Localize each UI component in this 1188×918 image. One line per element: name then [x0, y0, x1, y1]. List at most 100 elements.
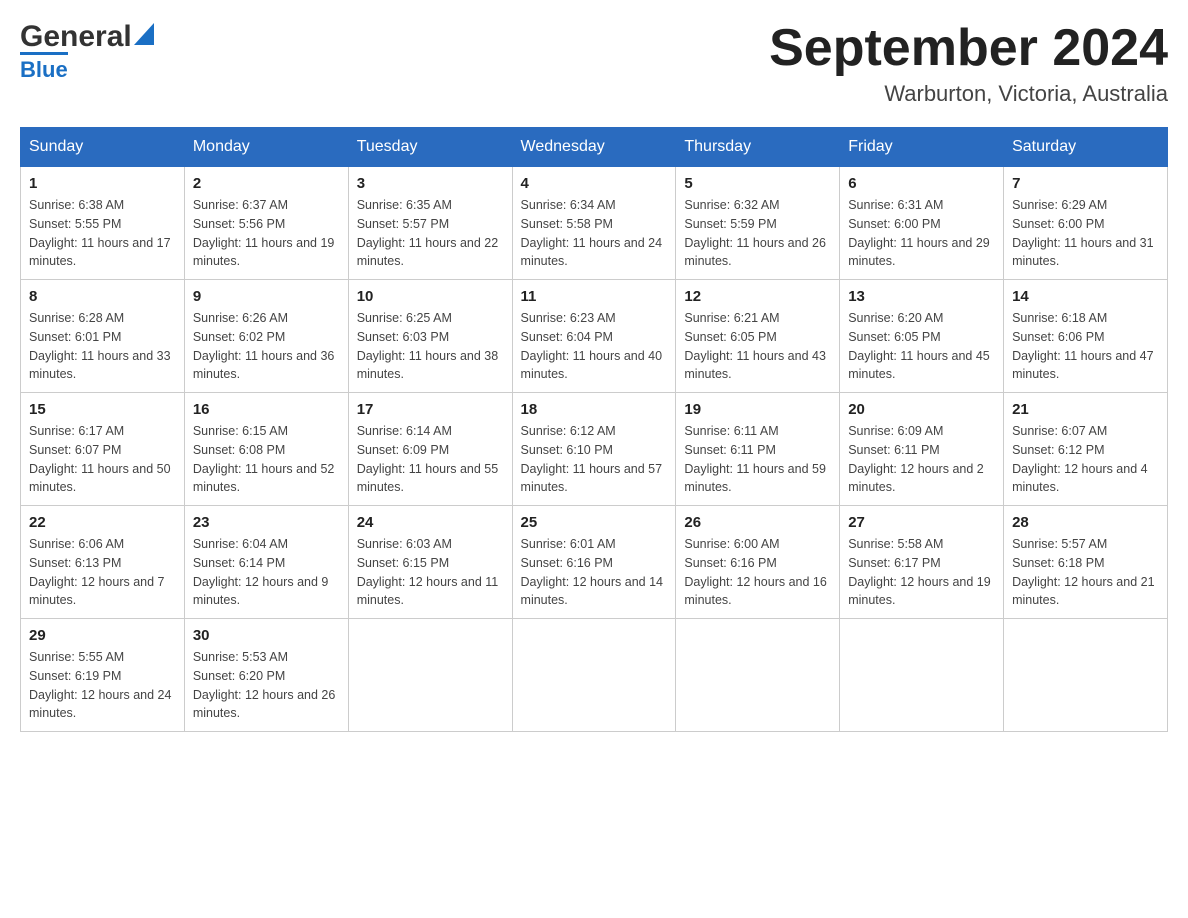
- calendar-cell: 2 Sunrise: 6:37 AMSunset: 5:56 PMDaylight…: [184, 167, 348, 280]
- day-number: 11: [521, 288, 668, 305]
- day-info: Sunrise: 5:55 AMSunset: 6:19 PMDaylight:…: [29, 648, 176, 723]
- calendar-cell: 9Sunrise: 6:26 AMSunset: 6:02 PMDaylight…: [184, 280, 348, 393]
- day-number: 2: [193, 175, 340, 192]
- calendar-cell: [676, 619, 840, 732]
- calendar-cell: 18 Sunrise: 6:12 AMSunset: 6:10 PMDayligh…: [512, 393, 676, 506]
- day-number: 14: [1012, 288, 1159, 305]
- day-info: Sunrise: 6:32 AMSunset: 5:59 PMDaylight:…: [684, 196, 831, 271]
- calendar-cell: [1004, 619, 1168, 732]
- day-info: Sunrise: 6:29 AMSunset: 6:00 PMDaylight:…: [1012, 196, 1159, 271]
- day-info: Sunrise: 6:07 AMSunset: 6:12 PMDaylight:…: [1012, 422, 1159, 497]
- calendar-cell: 8 Sunrise: 6:28 AMSunset: 6:01 PMDaylight…: [21, 280, 185, 393]
- calendar-cell: 30Sunrise: 5:53 AMSunset: 6:20 PMDayligh…: [184, 619, 348, 732]
- calendar-cell: 16 Sunrise: 6:15 AMSunset: 6:08 PMDayligh…: [184, 393, 348, 506]
- day-info: Sunrise: 6:35 AMSunset: 5:57 PMDaylight:…: [357, 196, 504, 271]
- calendar-cell: 20Sunrise: 6:09 AMSunset: 6:11 PMDayligh…: [840, 393, 1004, 506]
- day-info: Sunrise: 6:12 AMSunset: 6:10 PMDaylight:…: [521, 422, 668, 497]
- header-sunday: Sunday: [21, 128, 185, 167]
- day-info: Sunrise: 6:03 AMSunset: 6:15 PMDaylight:…: [357, 535, 504, 610]
- day-number: 13: [848, 288, 995, 305]
- week-row-2: 8 Sunrise: 6:28 AMSunset: 6:01 PMDaylight…: [21, 280, 1168, 393]
- day-number: 19: [684, 401, 831, 418]
- day-info: Sunrise: 6:37 AMSunset: 5:56 PMDaylight:…: [193, 196, 340, 271]
- day-number: 16: [193, 401, 340, 418]
- header-friday: Friday: [840, 128, 1004, 167]
- calendar-cell: [348, 619, 512, 732]
- location-subtitle: Warburton, Victoria, Australia: [769, 81, 1168, 107]
- calendar-cell: 27 Sunrise: 5:58 AMSunset: 6:17 PMDayligh…: [840, 506, 1004, 619]
- calendar-cell: 19 Sunrise: 6:11 AMSunset: 6:11 PMDayligh…: [676, 393, 840, 506]
- calendar-cell: [512, 619, 676, 732]
- logo: General Blue: [20, 20, 154, 83]
- day-info: Sunrise: 6:06 AMSunset: 6:13 PMDaylight:…: [29, 535, 176, 610]
- day-info: Sunrise: 6:04 AMSunset: 6:14 PMDaylight:…: [193, 535, 340, 610]
- calendar-cell: 15Sunrise: 6:17 AMSunset: 6:07 PMDayligh…: [21, 393, 185, 506]
- header-saturday: Saturday: [1004, 128, 1168, 167]
- title-section: September 2024 Warburton, Victoria, Aust…: [769, 20, 1168, 107]
- header-monday: Monday: [184, 128, 348, 167]
- day-info: Sunrise: 5:57 AMSunset: 6:18 PMDaylight:…: [1012, 535, 1159, 610]
- calendar-cell: 1 Sunrise: 6:38 AMSunset: 5:55 PMDaylight…: [21, 167, 185, 280]
- day-info: Sunrise: 5:58 AMSunset: 6:17 PMDaylight:…: [848, 535, 995, 610]
- calendar-table: Sunday Monday Tuesday Wednesday Thursday…: [20, 127, 1168, 732]
- page-header: General Blue September 2024 Warburton, V…: [20, 20, 1168, 107]
- day-number: 27: [848, 514, 995, 531]
- month-year-title: September 2024: [769, 20, 1168, 77]
- day-number: 23: [193, 514, 340, 531]
- header-tuesday: Tuesday: [348, 128, 512, 167]
- week-row-3: 15Sunrise: 6:17 AMSunset: 6:07 PMDayligh…: [21, 393, 1168, 506]
- day-number: 18: [521, 401, 668, 418]
- day-number: 21: [1012, 401, 1159, 418]
- calendar-cell: 10 Sunrise: 6:25 AMSunset: 6:03 PMDayligh…: [348, 280, 512, 393]
- calendar-cell: 3 Sunrise: 6:35 AMSunset: 5:57 PMDaylight…: [348, 167, 512, 280]
- day-number: 3: [357, 175, 504, 192]
- calendar-cell: 14Sunrise: 6:18 AMSunset: 6:06 PMDayligh…: [1004, 280, 1168, 393]
- day-number: 15: [29, 401, 176, 418]
- day-number: 5: [684, 175, 831, 192]
- calendar-cell: 5 Sunrise: 6:32 AMSunset: 5:59 PMDaylight…: [676, 167, 840, 280]
- logo-blue-text: Blue: [20, 52, 68, 83]
- day-info: Sunrise: 6:11 AMSunset: 6:11 PMDaylight:…: [684, 422, 831, 497]
- day-info: Sunrise: 6:34 AMSunset: 5:58 PMDaylight:…: [521, 196, 668, 271]
- calendar-cell: 26 Sunrise: 6:00 AMSunset: 6:16 PMDayligh…: [676, 506, 840, 619]
- day-info: Sunrise: 6:14 AMSunset: 6:09 PMDaylight:…: [357, 422, 504, 497]
- day-number: 8: [29, 288, 176, 305]
- day-number: 22: [29, 514, 176, 531]
- calendar-cell: 29 Sunrise: 5:55 AMSunset: 6:19 PMDayligh…: [21, 619, 185, 732]
- calendar-cell: 21 Sunrise: 6:07 AMSunset: 6:12 PMDayligh…: [1004, 393, 1168, 506]
- week-row-4: 22 Sunrise: 6:06 AMSunset: 6:13 PMDayligh…: [21, 506, 1168, 619]
- calendar-cell: 6Sunrise: 6:31 AMSunset: 6:00 PMDaylight…: [840, 167, 1004, 280]
- calendar-cell: 11 Sunrise: 6:23 AMSunset: 6:04 PMDayligh…: [512, 280, 676, 393]
- day-number: 1: [29, 175, 176, 192]
- day-number: 28: [1012, 514, 1159, 531]
- day-number: 29: [29, 627, 176, 644]
- calendar-cell: 25 Sunrise: 6:01 AMSunset: 6:16 PMDayligh…: [512, 506, 676, 619]
- calendar-cell: 28 Sunrise: 5:57 AMSunset: 6:18 PMDayligh…: [1004, 506, 1168, 619]
- day-info: Sunrise: 6:28 AMSunset: 6:01 PMDaylight:…: [29, 309, 176, 384]
- day-info: Sunrise: 6:31 AMSunset: 6:00 PMDaylight:…: [848, 196, 995, 271]
- day-info: Sunrise: 6:20 AMSunset: 6:05 PMDaylight:…: [848, 309, 995, 384]
- day-number: 26: [684, 514, 831, 531]
- day-info: Sunrise: 6:25 AMSunset: 6:03 PMDaylight:…: [357, 309, 504, 384]
- calendar-cell: 23 Sunrise: 6:04 AMSunset: 6:14 PMDayligh…: [184, 506, 348, 619]
- day-info: Sunrise: 6:38 AMSunset: 5:55 PMDaylight:…: [29, 196, 176, 271]
- day-number: 17: [357, 401, 504, 418]
- day-number: 20: [848, 401, 995, 418]
- day-number: 12: [684, 288, 831, 305]
- day-info: Sunrise: 6:23 AMSunset: 6:04 PMDaylight:…: [521, 309, 668, 384]
- logo-blue-arrow: [134, 23, 154, 50]
- calendar-cell: 12 Sunrise: 6:21 AMSunset: 6:05 PMDayligh…: [676, 280, 840, 393]
- day-info: Sunrise: 6:00 AMSunset: 6:16 PMDaylight:…: [684, 535, 831, 610]
- calendar-cell: 7 Sunrise: 6:29 AMSunset: 6:00 PMDaylight…: [1004, 167, 1168, 280]
- day-info: Sunrise: 6:26 AMSunset: 6:02 PMDaylight:…: [193, 309, 340, 384]
- day-info: Sunrise: 5:53 AMSunset: 6:20 PMDaylight:…: [193, 648, 340, 723]
- day-info: Sunrise: 6:15 AMSunset: 6:08 PMDaylight:…: [193, 422, 340, 497]
- calendar-cell: 24Sunrise: 6:03 AMSunset: 6:15 PMDayligh…: [348, 506, 512, 619]
- day-number: 10: [357, 288, 504, 305]
- day-number: 25: [521, 514, 668, 531]
- calendar-cell: 4 Sunrise: 6:34 AMSunset: 5:58 PMDaylight…: [512, 167, 676, 280]
- day-number: 4: [521, 175, 668, 192]
- day-info: Sunrise: 6:21 AMSunset: 6:05 PMDaylight:…: [684, 309, 831, 384]
- day-number: 7: [1012, 175, 1159, 192]
- day-info: Sunrise: 6:01 AMSunset: 6:16 PMDaylight:…: [521, 535, 668, 610]
